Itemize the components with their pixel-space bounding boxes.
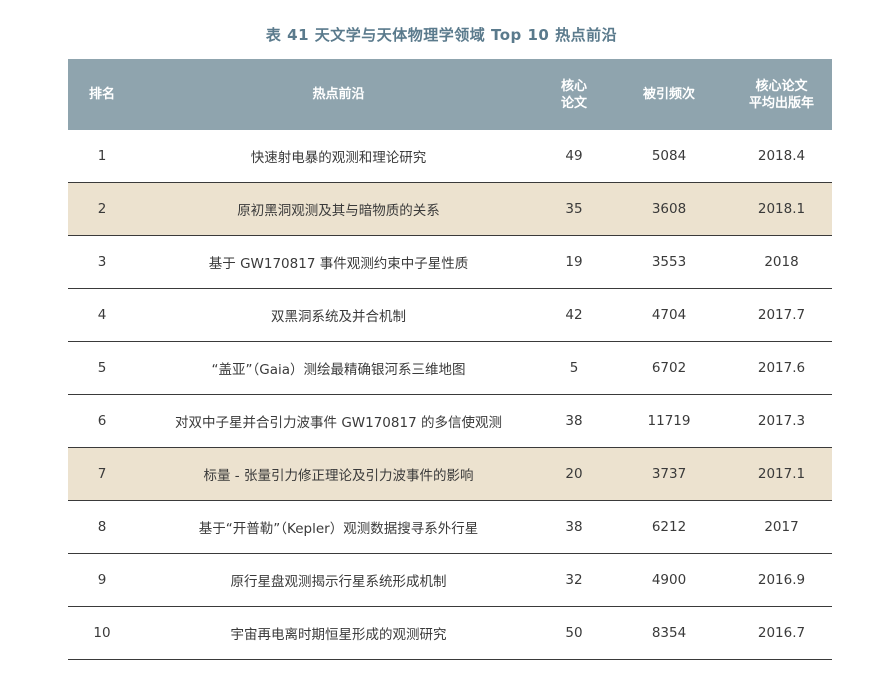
core-papers-cell: 49 [565, 148, 583, 164]
topic-cell: 基于“开普勒”（Kepler）观测数据搜寻系外行星 [198, 521, 479, 537]
header-topic: 热点前沿 [312, 87, 365, 102]
citations-cell: 3608 [651, 201, 687, 217]
topic-cell: 标量 - 张量引力修正理论及引力波事件的影响 [203, 468, 474, 484]
table-row: 9 原行星盘观测揭示行星系统形成机制 32 4900 2016.9 [68, 554, 832, 607]
citations-cell: 4704 [651, 307, 687, 323]
rank-cell: 2 [97, 201, 107, 217]
rank-cell: 3 [97, 254, 107, 270]
topic-cell: 对双中子星并合引力波事件 GW170817 的多信使观测 [175, 415, 502, 431]
rank-cell: 8 [97, 519, 107, 535]
avg-year-cell: 2018.4 [757, 148, 806, 164]
rank-cell: 5 [97, 360, 107, 376]
table-row: 5 “盖亚”（Gaia）测绘最精确银河系三维地图 5 6702 2017.6 [68, 342, 832, 395]
topic-cell: 基于 GW170817 事件观测约束中子星性质 [208, 256, 469, 272]
citations-cell: 3737 [651, 466, 687, 482]
citations-cell: 3553 [651, 254, 687, 270]
topic-cell: 原行星盘观测揭示行星系统形成机制 [230, 574, 447, 590]
rank-cell: 4 [97, 307, 107, 323]
topic-cell: 宇宙再电离时期恒星形成的观测研究 [230, 627, 447, 643]
header-core-papers: 核心 论文 [560, 78, 587, 111]
topic-cell: “盖亚”（Gaia）测绘最精确银河系三维地图 [211, 362, 466, 378]
rank-cell: 1 [97, 148, 107, 164]
table-header: 排名 热点前沿 核心 论文 被引频次 核心论文 平均出版年 [68, 59, 832, 130]
core-papers-cell: 32 [565, 572, 583, 588]
avg-year-cell: 2016.7 [757, 625, 806, 641]
table-row: 6 对双中子星并合引力波事件 GW170817 的多信使观测 38 11719 2017… [68, 395, 832, 448]
rank-cell: 7 [97, 466, 107, 482]
table-caption: 表 41 天文学与天体物理学领域 Top 10 热点前沿 [265, 26, 618, 44]
table-row: 7 标量 - 张量引力修正理论及引力波事件的影响 20 3737 2017.1 [68, 448, 832, 501]
avg-year-cell: 2017.3 [757, 413, 806, 429]
rank-cell: 10 [93, 625, 111, 641]
header-rank: 排名 [88, 87, 115, 102]
rank-cell: 9 [97, 572, 107, 588]
topic-cell: 原初黑洞观测及其与暗物质的关系 [237, 203, 440, 219]
core-papers-cell: 5 [569, 360, 579, 376]
table-row: 10 宇宙再电离时期恒星形成的观测研究 50 8354 2016.7 [68, 607, 832, 660]
citations-cell: 4900 [651, 572, 687, 588]
avg-year-cell: 2017.7 [757, 307, 806, 323]
avg-year-cell: 2017.6 [757, 360, 806, 376]
avg-year-cell: 2017.1 [757, 466, 806, 482]
core-papers-cell: 38 [565, 519, 583, 535]
table-body: 1 快速射电暴的观测和理论研究 49 5084 2018.4 2 原初黑洞观测及其与暗物质的… [68, 130, 832, 660]
header-citations: 被引频次 [642, 87, 695, 102]
hot-fronts-table: 排名 热点前沿 核心 论文 被引频次 核心论文 平均出版年 1 快速射电暴的观测和… [68, 59, 832, 660]
core-papers-cell: 38 [565, 413, 583, 429]
avg-year-cell: 2016.9 [757, 572, 806, 588]
table-row: 1 快速射电暴的观测和理论研究 49 5084 2018.4 [68, 130, 832, 183]
avg-year-cell: 2017 [764, 519, 799, 535]
table-row: 4 双黑洞系统及并合机制 42 4704 2017.7 [68, 289, 832, 342]
citations-cell: 6212 [651, 519, 687, 535]
core-papers-cell: 20 [565, 466, 583, 482]
citations-cell: 11719 [647, 413, 691, 429]
avg-year-cell: 2018.1 [757, 201, 806, 217]
topic-cell: 快速射电暴的观测和理论研究 [250, 150, 427, 166]
core-papers-cell: 35 [565, 201, 583, 217]
table-row: 3 基于 GW170817 事件观测约束中子星性质 19 3553 2018 [68, 236, 832, 289]
citations-cell: 8354 [651, 625, 687, 641]
table-row: 2 原初黑洞观测及其与暗物质的关系 35 3608 2018.1 [68, 183, 832, 236]
topic-cell: 双黑洞系统及并合机制 [271, 309, 406, 325]
rank-cell: 6 [97, 413, 107, 429]
table-row: 8 基于“开普勒”（Kepler）观测数据搜寻系外行星 38 6212 2017 [68, 501, 832, 554]
core-papers-cell: 42 [565, 307, 583, 323]
citations-cell: 6702 [651, 360, 687, 376]
core-papers-cell: 19 [565, 254, 583, 270]
core-papers-cell: 50 [565, 625, 583, 641]
citations-cell: 5084 [651, 148, 687, 164]
avg-year-cell: 2018 [764, 254, 799, 270]
header-avg-year: 核心论文 平均出版年 [748, 78, 814, 111]
